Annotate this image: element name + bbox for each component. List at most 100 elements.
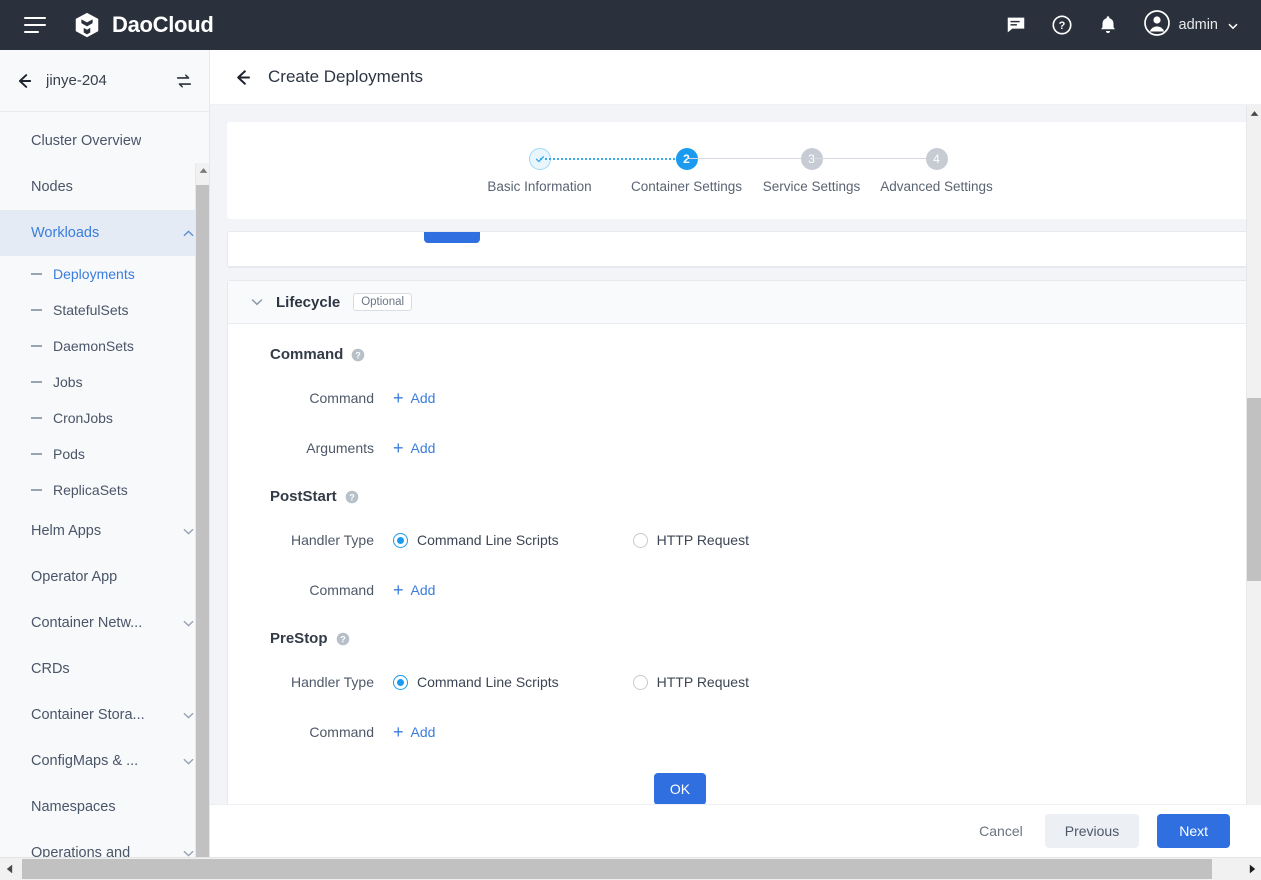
sidebar-item-label: Operator App (31, 569, 117, 585)
prestop-radio-http-request[interactable]: HTTP Request (633, 674, 749, 690)
sidebar-item-container-network[interactable]: Container Netw... (0, 600, 209, 646)
user-name-label: admin (1179, 17, 1219, 33)
poststart-handler-type-row: Handler Type Command Line Scripts HTTP R… (228, 525, 1248, 555)
wizard-stepper-card: Basic Information 2 Container Settings 3… (227, 122, 1249, 219)
poststart-command-label: Command (228, 582, 393, 598)
svg-text:?: ? (340, 634, 346, 644)
window-horizontal-scrollbar[interactable] (0, 857, 1261, 880)
main-scrollbar[interactable] (1246, 105, 1261, 857)
command-group-label: Command (270, 346, 343, 363)
poststart-add-label: Add (411, 582, 436, 598)
sidebar-item-pods[interactable]: Pods (0, 436, 209, 472)
prestop-handler-radio-group: Command Line Scripts HTTP Request (393, 674, 749, 690)
sidebar-item-cluster-overview[interactable]: Cluster Overview (0, 118, 209, 164)
scroll-left-arrow-icon[interactable] (0, 858, 18, 880)
user-menu[interactable]: admin (1144, 10, 1240, 41)
question-mark-icon[interactable]: ? (351, 348, 365, 362)
command-group-title: Command ? (228, 346, 1248, 363)
chat-icon[interactable] (1004, 13, 1028, 37)
dash-marker-icon (31, 345, 42, 347)
scroll-up-arrow-icon[interactable] (196, 163, 210, 178)
page-header: Create Deployments (210, 50, 1261, 105)
lifecycle-ok-button[interactable]: OK (654, 773, 706, 805)
sidebar-item-label: Helm Apps (31, 523, 101, 539)
prestop-command-add-button[interactable]: + Add (393, 723, 435, 741)
sidebar-item-jobs[interactable]: Jobs (0, 364, 209, 400)
previous-button[interactable]: Previous (1045, 814, 1139, 848)
sidebar-scrollbar-thumb[interactable] (196, 185, 210, 857)
chevron-down-icon (182, 525, 195, 538)
sidebar-item-daemonsets[interactable]: DaemonSets (0, 328, 209, 364)
wizard-footer-actions: Cancel Previous Next (210, 804, 1261, 857)
sidebar-item-operations[interactable]: Operations and (0, 830, 209, 857)
question-mark-icon[interactable]: ? (336, 632, 350, 646)
sidebar-item-label: Workloads (31, 225, 99, 241)
cluster-name-label: jinye-204 (46, 72, 107, 89)
help-circle-icon[interactable]: ? (1050, 13, 1074, 37)
arguments-add-button[interactable]: + Add (393, 439, 435, 457)
sidebar-item-deployments[interactable]: Deployments (0, 256, 209, 292)
sidebar-item-namespaces[interactable]: Namespaces (0, 784, 209, 830)
prestop-handler-type-row: Handler Type Command Line Scripts HTTP R… (228, 667, 1248, 697)
sidebar-item-label: Container Stora... (31, 707, 145, 723)
sidebar-item-replicasets[interactable]: ReplicaSets (0, 472, 209, 508)
clipped-card-bottom (228, 232, 1248, 267)
sidebar-item-helm-apps[interactable]: Helm Apps (0, 508, 209, 554)
scroll-right-arrow-icon[interactable] (1243, 858, 1261, 880)
lifecycle-section-header[interactable]: Lifecycle Optional (228, 281, 1248, 324)
clipped-ok-button[interactable] (424, 232, 480, 243)
sidebar-item-label: Deployments (53, 266, 135, 282)
question-mark-icon[interactable]: ? (345, 490, 359, 504)
prestop-command-row: Command + Add (228, 717, 1248, 747)
sidebar-item-configmaps[interactable]: ConfigMaps & ... (0, 738, 209, 784)
sidebar-item-workloads[interactable]: Workloads (0, 210, 209, 256)
back-arrow-icon[interactable] (14, 71, 34, 91)
next-button[interactable]: Next (1157, 814, 1230, 848)
arguments-field-label: Arguments (228, 440, 393, 456)
sidebar-item-crds[interactable]: CRDs (0, 646, 209, 692)
sidebar-item-cronjobs[interactable]: CronJobs (0, 400, 209, 436)
sidebar-item-nodes[interactable]: Nodes (0, 164, 209, 210)
chevron-down-icon[interactable] (1227, 19, 1239, 31)
prestop-radio-label-1: Command Line Scripts (417, 674, 559, 690)
horizontal-scrollbar-thumb[interactable] (22, 859, 1212, 879)
poststart-handler-label: Handler Type (228, 532, 393, 548)
sidebar-item-label: Nodes (31, 179, 73, 195)
lifecycle-section: Lifecycle Optional Command ? Command (227, 280, 1249, 828)
switch-cluster-icon[interactable] (175, 72, 193, 90)
lifecycle-section-body: Command ? Command + Add (228, 324, 1248, 827)
hamburger-menu-icon[interactable] (24, 17, 46, 33)
bell-notification-icon[interactable] (1096, 13, 1120, 37)
sidebar-item-label: DaemonSets (53, 338, 134, 354)
poststart-radio-command-line-scripts[interactable]: Command Line Scripts (393, 532, 559, 548)
main-scrollbar-thumb[interactable] (1247, 398, 1261, 581)
chevron-down-icon[interactable] (250, 295, 264, 309)
brand-logo[interactable]: DaoCloud (72, 10, 213, 40)
scroll-up-arrow-icon[interactable] (1247, 105, 1261, 121)
dash-marker-icon (31, 453, 42, 455)
sidebar-scrollbar[interactable] (195, 163, 209, 857)
dash-marker-icon (31, 309, 42, 311)
poststart-command-add-button[interactable]: + Add (393, 581, 435, 599)
sidebar-item-statefulsets[interactable]: StatefulSets (0, 292, 209, 328)
radio-selected-icon (393, 675, 408, 690)
sidebar-item-label: Pods (53, 446, 85, 462)
page-title: Create Deployments (268, 67, 423, 87)
chevron-down-icon (182, 709, 195, 722)
step-label-1: Basic Information (487, 179, 591, 194)
page-back-arrow-icon[interactable] (232, 67, 253, 88)
prestop-radio-command-line-scripts[interactable]: Command Line Scripts (393, 674, 559, 690)
sidebar-item-operator-app[interactable]: Operator App (0, 554, 209, 600)
sidebar-item-container-storage[interactable]: Container Stora... (0, 692, 209, 738)
step-connector-3-4 (812, 148, 937, 170)
sidebar-nav-list: Cluster Overview Nodes Workloads Deploym… (0, 112, 209, 857)
step-circle-4: 4 (926, 148, 948, 170)
sidebar-item-label: Operations and (31, 845, 130, 857)
cancel-button[interactable]: Cancel (975, 815, 1027, 847)
plus-icon: + (393, 581, 404, 599)
prestop-radio-label-2: HTTP Request (657, 674, 749, 690)
poststart-radio-label-1: Command Line Scripts (417, 532, 559, 548)
poststart-radio-http-request[interactable]: HTTP Request (633, 532, 749, 548)
command-add-button[interactable]: + Add (393, 389, 435, 407)
sidebar-item-label: StatefulSets (53, 302, 129, 318)
